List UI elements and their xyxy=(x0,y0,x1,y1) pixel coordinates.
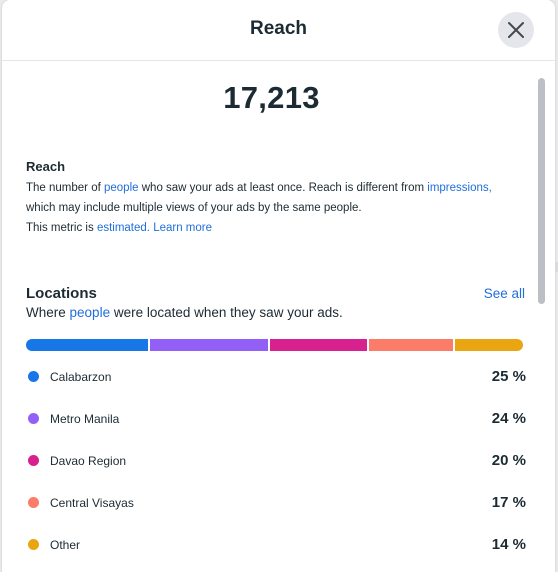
impressions-link[interactable]: impressions, xyxy=(427,182,492,194)
legend-dot xyxy=(28,497,39,508)
location-row: Metro Manila 24 % xyxy=(26,409,526,429)
location-label: Davao Region xyxy=(50,454,127,468)
locations-subtitle: Where people were located when they saw … xyxy=(26,305,343,320)
location-percent: 25 % xyxy=(491,368,526,385)
location-label: Metro Manila xyxy=(50,412,120,426)
description-line-1: The number of people who saw your ads at… xyxy=(26,178,526,198)
description-text: who saw your ads at least once. Reach is… xyxy=(141,182,425,194)
estimated-link[interactable]: estimated. xyxy=(97,222,150,234)
bar-segment-central-visayas[interactable] xyxy=(369,339,453,351)
location-row: Other 14 % xyxy=(26,535,526,555)
see-all-link[interactable]: See all xyxy=(484,286,525,301)
description-text: This metric is xyxy=(26,222,94,234)
legend-dot xyxy=(28,413,39,424)
location-row: Calabarzon 25 % xyxy=(26,367,526,387)
location-label: Calabarzon xyxy=(50,370,112,384)
location-label: Central Visayas xyxy=(50,496,134,510)
people-link[interactable]: people xyxy=(104,182,139,194)
metric-description: Reach The number of people who saw your … xyxy=(26,159,526,238)
subtitle-text: were located when they saw your ads. xyxy=(113,305,343,320)
dialog-body[interactable]: 17,213 Reach The number of people who sa… xyxy=(2,61,555,572)
close-button[interactable] xyxy=(498,12,534,48)
legend-dot xyxy=(28,455,39,466)
subtitle-text: Where xyxy=(26,305,66,320)
metric-title: Reach xyxy=(26,159,66,174)
locations-title: Locations xyxy=(26,285,97,302)
bar-segment-other[interactable] xyxy=(454,339,523,351)
location-percent: 17 % xyxy=(491,494,526,511)
scrollbar-thumb[interactable] xyxy=(538,78,545,304)
location-label: Other xyxy=(50,538,81,552)
description-text: which may include multiple views of your… xyxy=(26,202,362,214)
location-percent: 24 % xyxy=(491,410,526,427)
bar-segment-metro-manila[interactable] xyxy=(150,339,268,351)
reach-dialog: Reach 17,213 Reach The number of people … xyxy=(2,0,555,572)
people-link[interactable]: people xyxy=(70,305,111,320)
location-row: Davao Region 20 % xyxy=(26,451,526,471)
dialog-header: Reach xyxy=(2,0,555,61)
description-line-2: which may include multiple views of your… xyxy=(26,198,526,218)
location-percent: 14 % xyxy=(491,536,526,553)
dialog-title: Reach xyxy=(249,18,308,39)
location-percent: 20 % xyxy=(491,452,526,469)
reach-value: 17,213 xyxy=(223,80,320,115)
legend-dot xyxy=(28,371,39,382)
learn-more-link[interactable]: Learn more xyxy=(153,222,212,234)
legend-dot xyxy=(28,539,39,550)
bar-segment-davao-region[interactable] xyxy=(269,339,368,351)
location-row: Central Visayas 17 % xyxy=(26,493,526,513)
description-line-3: This metric is estimated. Learn more xyxy=(26,218,526,238)
locations-distribution-bar xyxy=(26,339,523,351)
close-icon xyxy=(508,22,524,38)
bar-segment-calabarzon[interactable] xyxy=(26,339,149,351)
description-text: The number of xyxy=(26,182,101,194)
